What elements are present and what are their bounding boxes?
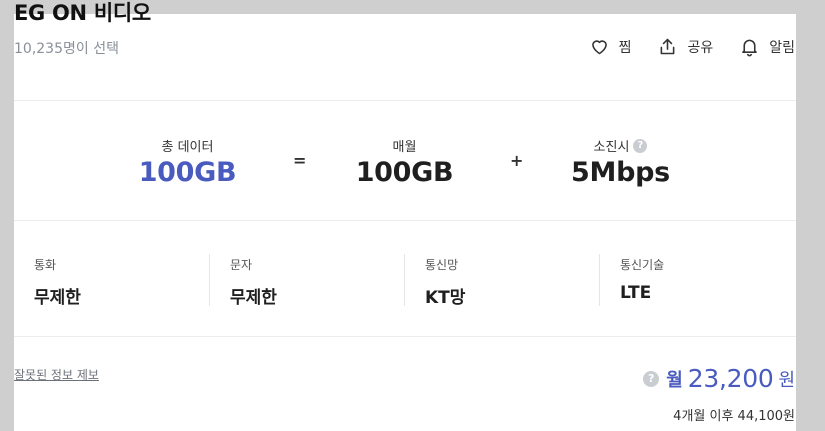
total-data-label: 총 데이터 [161,140,214,155]
monthly-data-label: 매월 [392,140,417,155]
spec-call: 통화 무제한 [14,254,81,308]
divider [14,100,796,101]
plus-sign: + [510,151,524,170]
favorite-label: 찜 [618,39,632,56]
bell-icon [742,39,758,57]
notify-button[interactable]: 알림 [739,36,795,57]
report-error-link[interactable]: 잘못된 정보 제보 [14,366,99,383]
monthly-data-value: 100GB [355,157,454,188]
total-data-value: 100GB [138,157,237,188]
exhausted-speed-label-row: 소진시 ? [553,136,688,155]
action-bar: 찜 공유 알림 [589,36,795,57]
monthly-data-stat: 매월 100GB [337,136,472,188]
equals-sign: = [293,151,307,170]
question-icon[interactable]: ? [643,370,660,387]
spec-label: 통신망 [425,258,459,272]
spec-value: KT망 [425,288,466,308]
spec-value: 무제한 [34,288,81,308]
question-icon[interactable]: ? [633,138,648,153]
notify-label: 알림 [769,39,795,56]
share-button[interactable]: 공유 [657,36,713,57]
heart-icon [591,40,607,55]
total-data-stat: 총 데이터 100GB [120,136,255,188]
exhausted-speed-label: 소진시 [593,140,630,155]
share-icon [661,38,675,55]
price-value: 23,200 [687,364,774,393]
spec-sms: 문자 무제한 [209,254,277,308]
spec-label: 통화 [34,258,57,272]
price-prefix: 월 [666,369,683,391]
spec-network: 통신망 KT망 [404,254,466,308]
monthly-price: ? 월 23,200 원 [643,364,795,393]
exhausted-speed-value: 5Mbps [571,157,670,188]
divider [14,336,796,337]
exhausted-speed-stat: 소진시 ? 5Mbps [553,136,688,188]
price-after-promo: 4개월 이후 44,100원 [673,409,795,424]
spec-technology: 통신기술 LTE [599,254,664,306]
spec-label: 문자 [230,258,253,272]
share-label: 공유 [687,39,714,56]
selection-count: 10,235명이 선택 [14,41,119,57]
spec-value: 무제한 [230,288,277,308]
divider [14,220,796,221]
spec-label: 통신기술 [620,258,665,272]
price-unit: 원 [778,369,795,391]
spec-value: LTE [620,283,652,303]
favorite-button[interactable]: 찜 [589,36,632,57]
plan-title: EG ON 비디오 [14,1,151,25]
